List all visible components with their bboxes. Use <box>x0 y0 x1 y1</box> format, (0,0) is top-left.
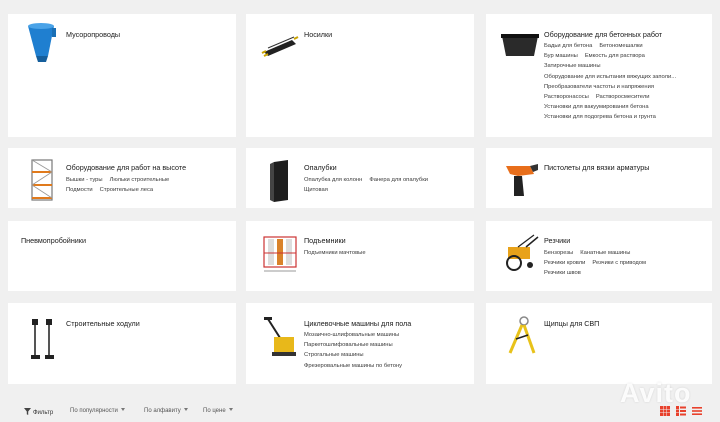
caret-down-icon <box>120 408 125 411</box>
subcategory-link[interactable]: Установки для подогрева бетона и грунта <box>544 114 656 120</box>
scaffold-tower-icon <box>31 159 53 201</box>
category-title[interactable]: Циклевочные машины для пола <box>304 319 411 328</box>
subcategory-link[interactable]: Бур машины <box>544 53 578 59</box>
sort-alpha-label: По алфавиту <box>144 408 181 414</box>
subcategory-link[interactable]: Резчики кровли <box>544 260 585 266</box>
category-title[interactable]: Мусоропроводы <box>66 30 120 39</box>
lift-icon <box>263 236 297 272</box>
subcategory-link[interactable]: Бензорезы <box>544 250 573 256</box>
subcategory-link[interactable]: Фанера для опалубки <box>369 177 428 183</box>
sort-popularity-dropdown[interactable]: По популярности <box>70 408 125 414</box>
sort-price-dropdown[interactable]: По цене <box>203 408 233 414</box>
subcategory-link[interactable]: Подмости <box>66 187 93 193</box>
category-title[interactable]: Пистолеты для вязки арматуры <box>544 163 649 172</box>
subcategory-link[interactable]: Строительные леса <box>100 187 153 193</box>
category-title[interactable]: Щипцы для СВП <box>544 319 599 328</box>
category-card-lifts[interactable]: Подъемники Подъемники мачтовые <box>246 221 474 291</box>
category-card-garbage-chutes[interactable]: Мусоропроводы <box>8 14 236 137</box>
category-card-pneumatic-piercers[interactable]: Пневмопробойники <box>8 221 236 291</box>
floor-sander-icon <box>264 317 296 356</box>
subcategory-link[interactable]: Вышки - туры <box>66 177 103 183</box>
rebar-tying-gun-icon <box>506 164 538 196</box>
filter-label: Фильтр <box>33 410 54 416</box>
subcategory-link[interactable]: Паркетошлифовальные машины <box>304 342 393 348</box>
category-title[interactable]: Пневмопробойники <box>21 236 86 245</box>
subcategory-link[interactable]: Строгальные машины <box>304 352 364 358</box>
category-title[interactable]: Резчики <box>544 236 570 245</box>
category-card-concrete-equipment[interactable]: Оборудование для бетонных работ Бадьи дл… <box>486 14 712 137</box>
category-card-rebar-guns[interactable]: Пистолеты для вязки арматуры <box>486 148 712 208</box>
subcategory-link[interactable]: Растворонасосы <box>544 94 589 100</box>
formwork-panel-icon <box>270 160 288 202</box>
category-card-stretchers[interactable]: Носилки <box>246 14 474 137</box>
category-title[interactable]: Носилки <box>304 30 332 39</box>
stilts-icon <box>31 319 54 359</box>
subcategory-link[interactable]: Установки для вакуумирования бетона <box>544 104 649 110</box>
sort-filter-toolbar: Фильтр По популярности По алфавиту По це… <box>0 397 720 422</box>
sort-price-label: По цене <box>203 408 226 414</box>
avito-watermark: Avito <box>620 378 692 408</box>
subcategory-link[interactable]: Резчики с приводом <box>592 260 646 266</box>
compact-list-icon[interactable] <box>692 406 702 416</box>
subcategory-link[interactable]: Подъемники мачтовые <box>304 250 366 256</box>
subcategory-list: Мозаично-шлифовальные машины Паркетошлиф… <box>304 330 409 371</box>
category-title[interactable]: Оборудование для бетонных работ <box>544 30 662 39</box>
filter-button[interactable]: Фильтр <box>24 408 53 416</box>
subcategory-link[interactable]: Опалубка для колонн <box>304 177 362 183</box>
subcategory-link[interactable]: Щитовая <box>304 187 328 193</box>
subcategory-list: Бадьи для бетона Бетономешалки Бур машины… <box>544 41 683 123</box>
category-title[interactable]: Оборудование для работ на высоте <box>66 163 186 172</box>
subcategory-list: Бензорезы Канатные машины Резчики кровли Р… <box>544 248 653 279</box>
svp-pliers-icon <box>508 316 536 354</box>
sort-alpha-dropdown[interactable]: По алфавиту <box>144 408 188 414</box>
caret-down-icon <box>183 408 188 411</box>
category-title[interactable]: Строительные ходули <box>66 319 140 328</box>
category-card-floor-sanders[interactable]: Циклевочные машины для пола Мозаично-шли… <box>246 303 474 384</box>
subcategory-link[interactable]: Растворосмесители <box>596 94 650 100</box>
subcategory-link[interactable]: Люльки строительные <box>110 177 170 183</box>
subcategory-link[interactable]: Емкость для раствора <box>585 53 645 59</box>
sort-popularity-label: По популярности <box>70 408 118 414</box>
chute-icon <box>28 23 56 62</box>
subcategory-list: Опалубка для колонн Фанера для опалубки Щ… <box>304 175 435 195</box>
subcategory-list: Вышки - туры Люльки строительные Подмости… <box>66 175 176 195</box>
subcategory-link[interactable]: Затирочные машины <box>544 63 601 69</box>
stretcher-icon <box>261 36 299 57</box>
subcategory-list: Подъемники мачтовые <box>304 248 373 258</box>
category-title[interactable]: Подъемники <box>304 236 346 245</box>
subcategory-link[interactable]: Резчики швов <box>544 270 581 276</box>
category-card-formwork[interactable]: Опалубки Опалубка для колонн Фанера для о… <box>246 148 474 208</box>
subcategory-link[interactable]: Преобразователи частоты и напряжения <box>544 84 654 90</box>
subcategory-link[interactable]: Фрезеровальные машины по бетону <box>304 363 402 369</box>
subcategory-link[interactable]: Мозаично-шлифовальные машины <box>304 332 399 338</box>
caret-down-icon <box>228 408 233 411</box>
subcategory-link[interactable]: Оборудование для испытания вяжущих запол… <box>544 74 676 80</box>
subcategory-link[interactable]: Бадьи для бетона <box>544 43 592 49</box>
category-card-stilts[interactable]: Строительные ходули <box>8 303 236 384</box>
filter-icon <box>24 408 31 415</box>
subcategory-link[interactable]: Канатные машины <box>580 250 630 256</box>
category-card-cutters[interactable]: Резчики Бензорезы Канатные машины Резчики… <box>486 221 712 291</box>
subcategory-link[interactable]: Бетономешалки <box>599 43 642 49</box>
category-card-svp-pliers[interactable]: Щипцы для СВП <box>486 303 712 384</box>
concrete-tub-icon <box>501 34 539 56</box>
category-card-height-work[interactable]: Оборудование для работ на высоте Вышки -… <box>8 148 236 208</box>
category-title[interactable]: Опалубки <box>304 163 337 172</box>
cutter-icon <box>506 234 539 271</box>
